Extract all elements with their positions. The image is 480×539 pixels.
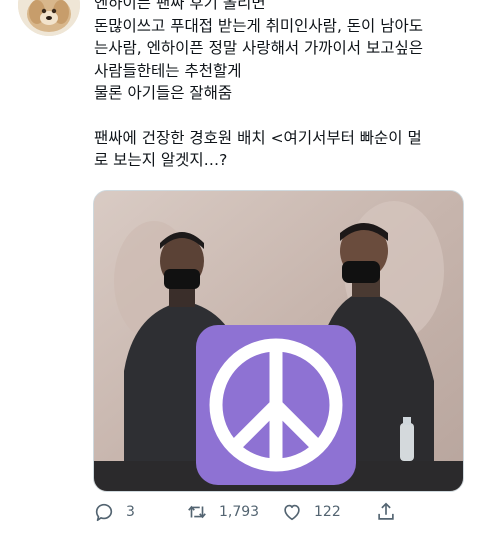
heart-icon — [284, 504, 300, 521]
retweet-button[interactable]: 1,793 — [186, 497, 259, 527]
tweet-line: 돈많이쓰고 푸대접 받는게 취미인사람, 돈이 남아도 — [94, 16, 424, 35]
photo-scene — [94, 191, 463, 491]
tweet-line: 사람들한테는 추천할게 — [94, 61, 242, 80]
share-icon — [378, 502, 394, 520]
tweet-line: 팬싸에 건장한 경호원 배치 <여기서부터 빠순이 멀 — [94, 128, 422, 147]
retweet-count: 1,793 — [219, 504, 260, 520]
reply-button[interactable]: 3 — [93, 497, 135, 527]
tweet-line: 엔하이픈 팬싸 후기 올리면 — [94, 0, 266, 12]
tweet-line: 물론 아기들은 잘해줌 — [94, 84, 233, 102]
dog-avatar-image — [18, 0, 80, 36]
tweet-line: 로 보는지 알겟지…? — [94, 151, 228, 169]
tweet-text: 엔하이픈 팬싸 후기 올리면 돈많이쓰고 푸대접 받는게 취미인사람, 돈이 남… — [94, 0, 469, 172]
reply-icon — [95, 503, 113, 522]
peace-symbol-icon — [196, 325, 356, 485]
tweet-line: 는사람, 엔하이픈 정말 사랑해서 가까이서 보고싶은 — [94, 39, 424, 57]
tweet-media-image[interactable] — [93, 190, 464, 492]
tweet-actions: 3 1,793 122 — [93, 497, 463, 529]
like-button[interactable]: 122 — [281, 497, 341, 527]
reply-count: 3 — [126, 504, 135, 520]
share-button[interactable] — [375, 497, 397, 527]
like-count: 122 — [314, 504, 341, 520]
retweet-icon — [188, 505, 206, 519]
avatar[interactable] — [18, 0, 80, 36]
